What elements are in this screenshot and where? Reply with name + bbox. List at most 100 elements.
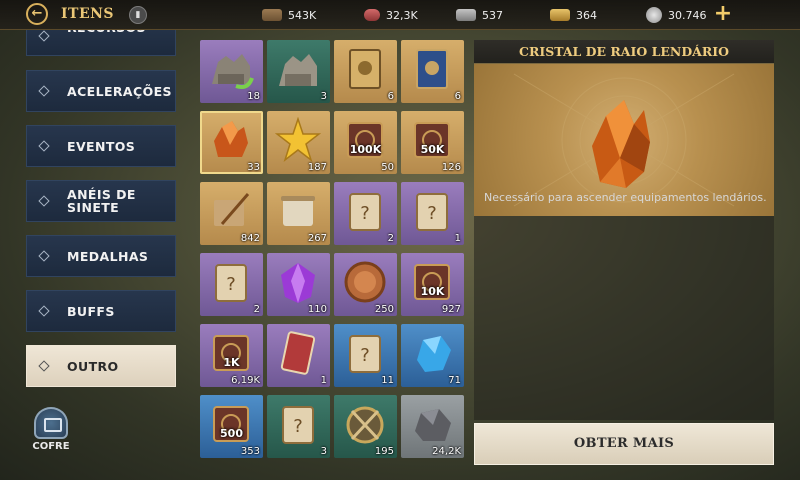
blue-crystal-icon bbox=[417, 336, 451, 372]
item-count: 1 bbox=[320, 375, 327, 386]
meat-icon bbox=[364, 9, 380, 21]
sidebar-item-label: ANÉIS DE SINETE bbox=[67, 187, 136, 215]
item-count: 267 bbox=[307, 233, 327, 244]
item-slot[interactable]: 71 bbox=[401, 324, 464, 387]
item-amount-label: 500 bbox=[220, 427, 243, 440]
mystery-scroll-icon: ? bbox=[416, 193, 448, 231]
item-count: 18 bbox=[247, 91, 260, 102]
item-count: 6,19K bbox=[231, 375, 260, 386]
item-count: 6 bbox=[387, 91, 394, 102]
quill-scroll-icon bbox=[214, 193, 250, 226]
item-slot[interactable]: 267 bbox=[267, 182, 330, 245]
item-count: 50 bbox=[381, 162, 394, 173]
item-count: 71 bbox=[448, 375, 461, 386]
resource-silver-value: 30.746 bbox=[668, 8, 707, 22]
item-count: 3 bbox=[320, 446, 327, 457]
item-slot[interactable]: 10K 927 bbox=[401, 253, 464, 316]
svg-text:?: ? bbox=[360, 345, 370, 366]
svg-text:?: ? bbox=[360, 203, 370, 224]
item-slot[interactable]: 110 bbox=[267, 253, 330, 316]
item-count: 2 bbox=[253, 304, 260, 315]
item-slot[interactable]: ? 1 bbox=[401, 182, 464, 245]
diamond-icon bbox=[38, 140, 50, 152]
resource-wood[interactable]: 543K bbox=[262, 0, 316, 30]
sidebar-item-aneis-de-sinete[interactable]: ANÉIS DE SINETE bbox=[26, 180, 176, 222]
item-amount-label: 50K bbox=[420, 143, 445, 156]
sidebar-item-label: EVENTOS bbox=[67, 138, 136, 154]
sidebar-item-label: OUTRO bbox=[67, 358, 119, 374]
gold-star-icon bbox=[275, 117, 321, 163]
item-slot[interactable]: ? 2 bbox=[200, 253, 263, 316]
item-slot[interactable]: 1 bbox=[267, 324, 330, 387]
diamond-icon bbox=[38, 30, 50, 42]
item-count: 2 bbox=[387, 233, 394, 244]
wood-icon bbox=[262, 9, 282, 21]
sidebar-item-label: ACELERAÇÕES bbox=[67, 83, 172, 99]
silver-coin-icon bbox=[646, 7, 662, 23]
diamond-icon bbox=[38, 305, 50, 317]
item-slot[interactable]: 842 bbox=[200, 182, 263, 245]
back-arrow-icon[interactable]: ← bbox=[26, 3, 48, 25]
item-count: 6 bbox=[454, 91, 461, 102]
item-slot[interactable]: 33 bbox=[200, 111, 263, 174]
gold-book-icon bbox=[349, 49, 381, 89]
item-slot[interactable]: 6 bbox=[334, 40, 397, 103]
bronze-medal-icon bbox=[344, 261, 386, 303]
sidebar-item-label: BUFFS bbox=[67, 303, 115, 319]
sidebar-item-outro[interactable]: OUTRO bbox=[26, 345, 176, 387]
item-slot[interactable]: ? 2 bbox=[334, 182, 397, 245]
item-slot[interactable]: 100K 50 bbox=[334, 111, 397, 174]
resource-gold-value: 364 bbox=[576, 8, 597, 22]
blue-book-icon bbox=[416, 49, 448, 89]
resource-silver[interactable]: 30.746 bbox=[646, 0, 707, 30]
scroll-icon bbox=[281, 196, 315, 226]
plus-icon[interactable]: + bbox=[712, 3, 734, 26]
item-slot[interactable]: ? 3 bbox=[267, 395, 330, 458]
resource-gold[interactable]: 364 bbox=[550, 0, 597, 30]
item-slot[interactable]: 195 bbox=[334, 395, 397, 458]
resource-stone[interactable]: 537 bbox=[456, 0, 503, 30]
red-card-icon bbox=[280, 331, 316, 375]
item-amount-label: 100K bbox=[349, 143, 382, 156]
item-slot[interactable]: 1K 6,19K bbox=[200, 324, 263, 387]
resource-meat[interactable]: 32,3K bbox=[364, 0, 418, 30]
sidebar-item-buffs[interactable]: BUFFS bbox=[26, 290, 176, 332]
gold-bar-icon bbox=[550, 9, 570, 21]
sidebar-item-label: MEDALHAS bbox=[67, 248, 149, 264]
fortress-icon bbox=[279, 54, 317, 86]
sidebar-item-aceleracoes[interactable]: ACELERAÇÕES bbox=[26, 70, 176, 112]
top-bar: ← ITENS ▮ 543K 32,3K 537 364 30.746 + bbox=[0, 0, 800, 30]
item-count: 353 bbox=[240, 446, 260, 457]
sidebar-item-eventos[interactable]: EVENTOS bbox=[26, 125, 176, 167]
mystery-scroll-icon: ? bbox=[349, 335, 381, 373]
orange-crystal-icon bbox=[214, 121, 248, 157]
obter-mais-button[interactable]: OBTER MAIS bbox=[474, 423, 774, 465]
item-slot[interactable]: 6 bbox=[401, 40, 464, 103]
tome-icon bbox=[213, 335, 249, 371]
item-count: 927 bbox=[441, 304, 461, 315]
item-amount-label: 10K bbox=[420, 285, 445, 298]
item-slot[interactable]: 24,2K bbox=[401, 395, 464, 458]
item-description: Necessário para ascender equipamentos le… bbox=[484, 191, 767, 204]
mystery-scroll-icon: ? bbox=[215, 264, 247, 302]
diamond-icon bbox=[38, 195, 50, 207]
sidebar-item-medalhas[interactable]: MEDALHAS bbox=[26, 235, 176, 277]
item-count: 3 bbox=[320, 91, 327, 102]
tome-icon bbox=[213, 406, 249, 442]
tome-icon bbox=[414, 122, 450, 158]
cofre-button[interactable]: COFRE bbox=[30, 407, 72, 452]
item-slot[interactable]: ? 11 bbox=[334, 324, 397, 387]
purple-gem-icon bbox=[281, 263, 315, 303]
item-slot[interactable]: 50K 126 bbox=[401, 111, 464, 174]
item-slot[interactable]: 3 bbox=[267, 40, 330, 103]
resource-stone-value: 537 bbox=[482, 8, 503, 22]
mystery-scroll-icon: ? bbox=[282, 406, 314, 444]
crossed-swords-medal-icon bbox=[346, 406, 384, 444]
item-slot[interactable]: 250 bbox=[334, 253, 397, 316]
item-count: 110 bbox=[307, 304, 327, 315]
item-slot[interactable]: 187 bbox=[267, 111, 330, 174]
item-slot[interactable]: 500 353 bbox=[200, 395, 263, 458]
item-slot[interactable]: 18 bbox=[200, 40, 263, 103]
stats-icon[interactable]: ▮ bbox=[129, 6, 147, 24]
item-count: 11 bbox=[381, 375, 394, 386]
